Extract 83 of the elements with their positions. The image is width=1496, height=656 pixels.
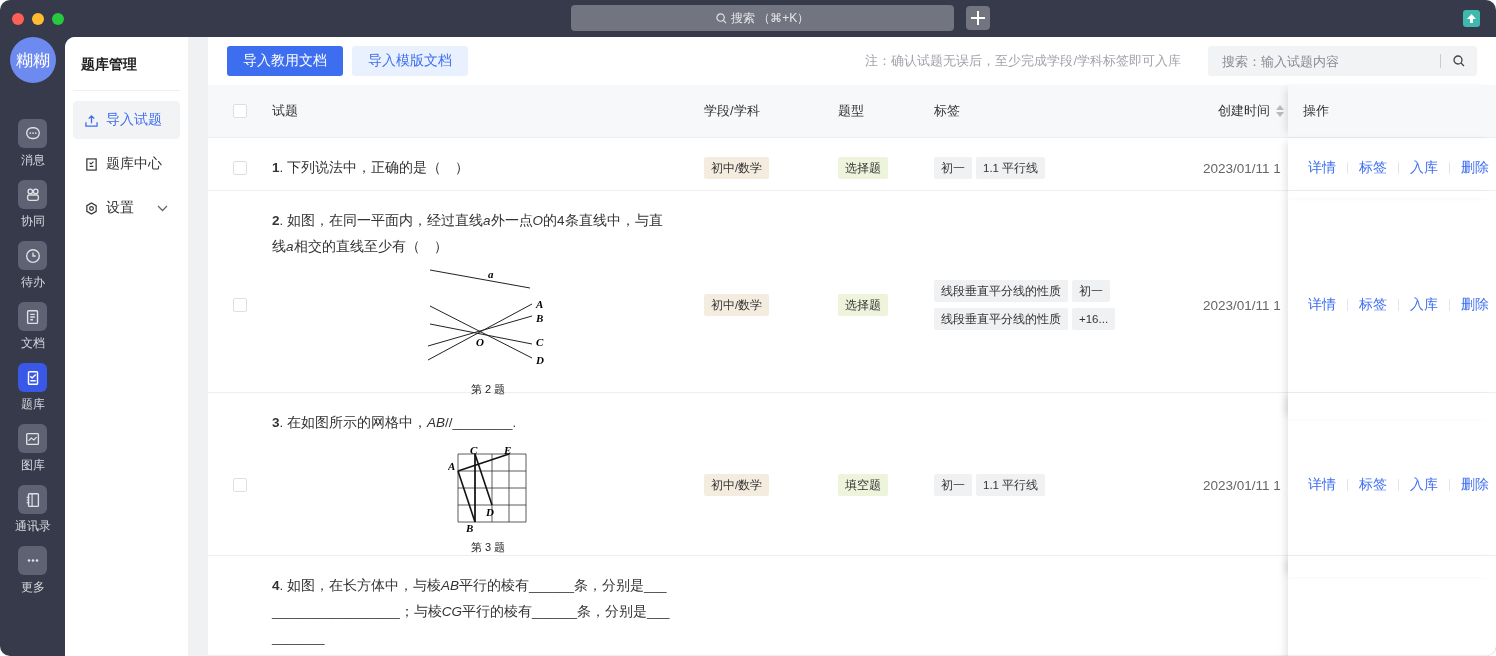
action-link[interactable]: 详情: [1308, 158, 1336, 177]
import-button[interactable]: 导入教用文档: [227, 46, 343, 77]
action-link[interactable]: 删除: [1461, 158, 1489, 177]
add-button[interactable]: [966, 6, 990, 30]
label-tag: 线段垂直平分线的性质: [934, 280, 1068, 303]
action-link[interactable]: 入库: [1410, 296, 1438, 315]
action-link[interactable]: 删除: [1461, 476, 1489, 495]
sidebar-item[interactable]: 设置: [73, 189, 180, 227]
label-tag: +16...: [1072, 308, 1116, 331]
chevron-icon: [157, 204, 168, 212]
label-tag: 初一: [1072, 280, 1110, 303]
subject-tag: 初中/数学: [704, 156, 770, 179]
more-icon: [26, 559, 39, 562]
created-time: 2023/01/11 1: [1203, 478, 1281, 494]
document-icon: [85, 157, 98, 171]
label-tag: 线段垂直平分线的性质: [934, 308, 1068, 331]
point-label: A: [448, 460, 456, 473]
subject-tag: 初中/数学: [704, 294, 770, 317]
sidebar-title: 题库管理: [73, 37, 180, 91]
column-header: 学段/学科: [704, 103, 760, 118]
plus-icon: [971, 11, 985, 25]
label-tag: 初一: [934, 156, 972, 179]
search-icon[interactable]: [1453, 55, 1465, 68]
close-button[interactable]: [12, 12, 24, 25]
action-link[interactable]: 删除: [1461, 296, 1489, 315]
question-text: 4. 如图，在长方体中，与棱AB平行的棱有______条，分别是____________________；与棱CG平行的棱有______条，分别是__________: [272, 577, 671, 648]
point-label: D: [536, 354, 544, 367]
grid-diagram-drawing: [457, 453, 527, 524]
user-avatar[interactable]: 糊糊: [9, 37, 56, 83]
question-type-tag: 填空题: [838, 474, 888, 497]
point-label: a: [488, 268, 494, 281]
import-button[interactable]: 导入模版文档: [352, 46, 468, 77]
figure-caption: 第 3 题: [470, 540, 506, 556]
created-time: 2023/01/11 1: [1203, 298, 1281, 314]
row-checkbox[interactable]: [233, 160, 247, 175]
figure-caption: 第 2 题: [470, 382, 506, 398]
column-header: 题型: [838, 103, 864, 118]
created-time: 2023/01/11 1: [1203, 160, 1281, 176]
action-link[interactable]: 入库: [1410, 158, 1438, 177]
nav-rail-item[interactable]: 通讯录: [14, 485, 51, 535]
point-label: B: [466, 522, 474, 535]
global-search-field[interactable]: 搜索 （⌘+K）: [571, 5, 954, 31]
point-label: D: [486, 506, 494, 519]
action-link[interactable]: 详情: [1308, 476, 1336, 495]
column-header: 试题: [272, 103, 298, 118]
action-link[interactable]: 入库: [1410, 476, 1438, 495]
column-header: 标签: [934, 103, 960, 118]
point-label: O: [476, 336, 484, 349]
action-link[interactable]: 详情: [1308, 296, 1336, 315]
question-type-tag: 选择题: [838, 156, 888, 179]
subject-tag: 初中/数学: [704, 474, 770, 497]
settings-icon: [85, 201, 98, 215]
point-label: C: [536, 336, 544, 349]
search-input[interactable]: 搜索：输入试题内容: [1220, 52, 1428, 70]
label-tag: 1.1 平行线: [976, 474, 1046, 497]
sidebar-item[interactable]: 导入试题: [73, 101, 180, 139]
question-text: 2. 如图，在同一平面内，经过直线a外一点O的4条直线中，与直线a相交的直线至少有（ ）: [272, 212, 664, 257]
question-type-tag: 选择题: [838, 294, 888, 317]
question-text: 1. 下列说法中，正确的是（ ）: [272, 158, 471, 177]
point-label: A: [536, 298, 544, 311]
point-label: B: [536, 312, 544, 325]
zoom-button[interactable]: [52, 12, 64, 25]
row-checkbox[interactable]: [233, 478, 247, 493]
point-label: E: [504, 444, 512, 457]
question-search-field[interactable]: 搜索：输入试题内容: [1208, 46, 1477, 77]
select-all-checkbox[interactable]: [233, 104, 247, 118]
column-header[interactable]: 创建时间: [1218, 102, 1270, 120]
question-text: 3. 在如图所示的网格中，AB//________.: [272, 414, 518, 433]
action-link[interactable]: 标签: [1359, 158, 1387, 177]
upload-icon[interactable]: [1463, 10, 1480, 27]
upload-icon: [85, 113, 98, 127]
label-tag: 初一: [934, 474, 972, 497]
column-header: 操作: [1303, 102, 1329, 120]
action-link[interactable]: 标签: [1359, 296, 1387, 315]
note-text: 注：确认试题无误后，至少完成学段/学科标签即可入库: [865, 52, 1181, 71]
search-icon: [715, 12, 727, 24]
clock-icon: [23, 246, 42, 265]
point-label: C: [470, 444, 478, 457]
minimize-button[interactable]: [32, 12, 44, 25]
sidebar-item[interactable]: 题库中心: [73, 145, 180, 183]
row-checkbox[interactable]: [233, 298, 247, 313]
label-tag: 1.1 平行线: [976, 156, 1046, 179]
action-link[interactable]: 标签: [1359, 476, 1387, 495]
